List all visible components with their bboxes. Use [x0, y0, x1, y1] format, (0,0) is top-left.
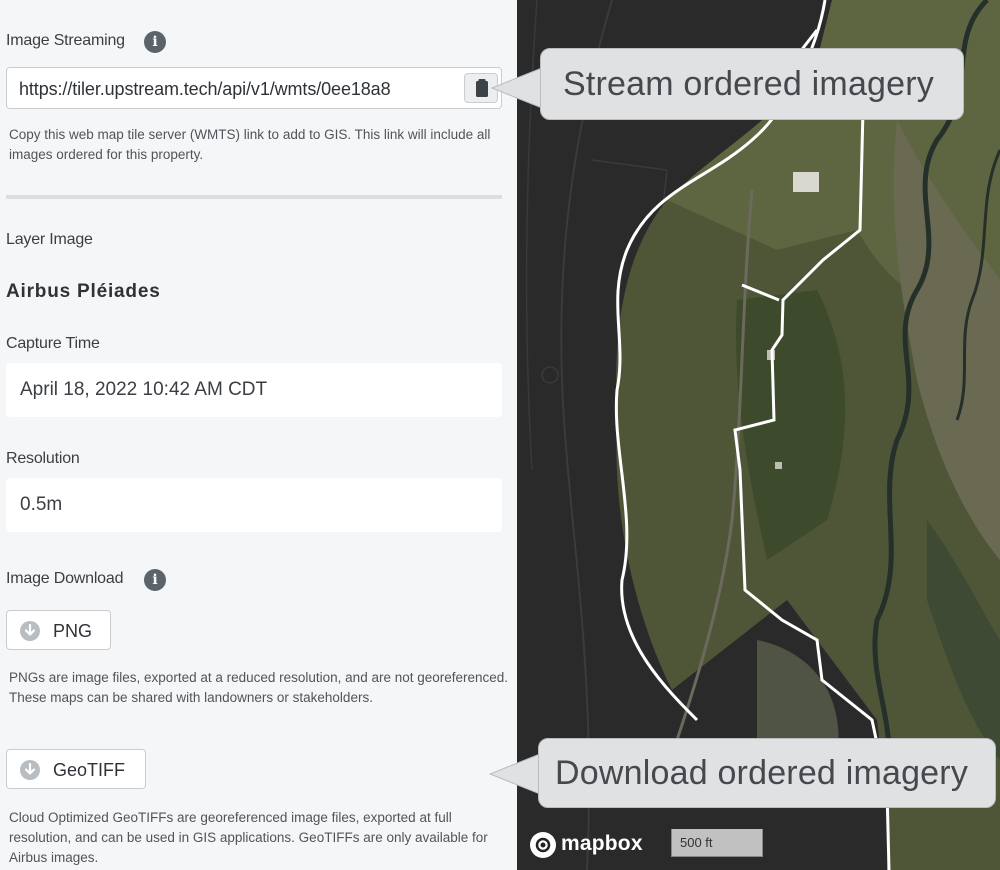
- geotiff-button-label: GeoTIFF: [53, 760, 126, 780]
- layer-details-panel: Image Streaming i https://tiler.upstream…: [0, 0, 517, 870]
- layer-image-value: Airbus Pléiades: [6, 281, 161, 302]
- download-icon: [20, 621, 40, 641]
- map-scale-label: 500 ft: [680, 835, 713, 850]
- stream-callout-text: Stream ordered imagery: [563, 65, 934, 103]
- stream-callout: Stream ordered imagery: [540, 48, 964, 120]
- geotiff-download-button[interactable]: GeoTIFF: [6, 749, 146, 789]
- callout-pointer-icon: [490, 67, 542, 109]
- info-icon[interactable]: i: [144, 569, 166, 591]
- png-button-label: PNG: [53, 621, 93, 641]
- layer-image-label: Layer Image: [6, 231, 93, 248]
- mapbox-logo-icon: [530, 832, 556, 858]
- mapbox-logo-text: mapbox: [561, 832, 643, 855]
- capture-time-label: Capture Time: [6, 335, 100, 352]
- map-scale-bar: 500 ft: [671, 829, 763, 857]
- info-icon[interactable]: i: [144, 31, 166, 53]
- callout-pointer-icon: [488, 753, 540, 795]
- download-callout: Download ordered imagery: [538, 738, 996, 808]
- capture-time-value: April 18, 2022 10:42 AM CDT: [20, 379, 268, 400]
- download-callout-text: Download ordered imagery: [555, 754, 969, 792]
- geotiff-help-text: Cloud Optimized GeoTIFFs are georeferenc…: [9, 810, 488, 865]
- resolution-value: 0.5m: [20, 494, 63, 515]
- download-icon: [20, 760, 40, 780]
- wmts-url-field[interactable]: https://tiler.upstream.tech/api/v1/wmts/…: [6, 67, 502, 109]
- png-download-button[interactable]: PNG: [6, 610, 111, 650]
- png-help-text: PNGs are image files, exported at a redu…: [9, 670, 509, 705]
- wmts-help-text: Copy this web map tile server (WMTS) lin…: [9, 127, 491, 162]
- wmts-url-text[interactable]: https://tiler.upstream.tech/api/v1/wmts/…: [19, 79, 459, 100]
- capture-time-field: April 18, 2022 10:42 AM CDT: [6, 363, 502, 417]
- resolution-label: Resolution: [6, 450, 80, 467]
- resolution-field: 0.5m: [6, 478, 502, 532]
- section-divider: [6, 195, 502, 199]
- image-download-label: Image Download: [6, 570, 124, 587]
- image-streaming-label: Image Streaming: [6, 32, 125, 49]
